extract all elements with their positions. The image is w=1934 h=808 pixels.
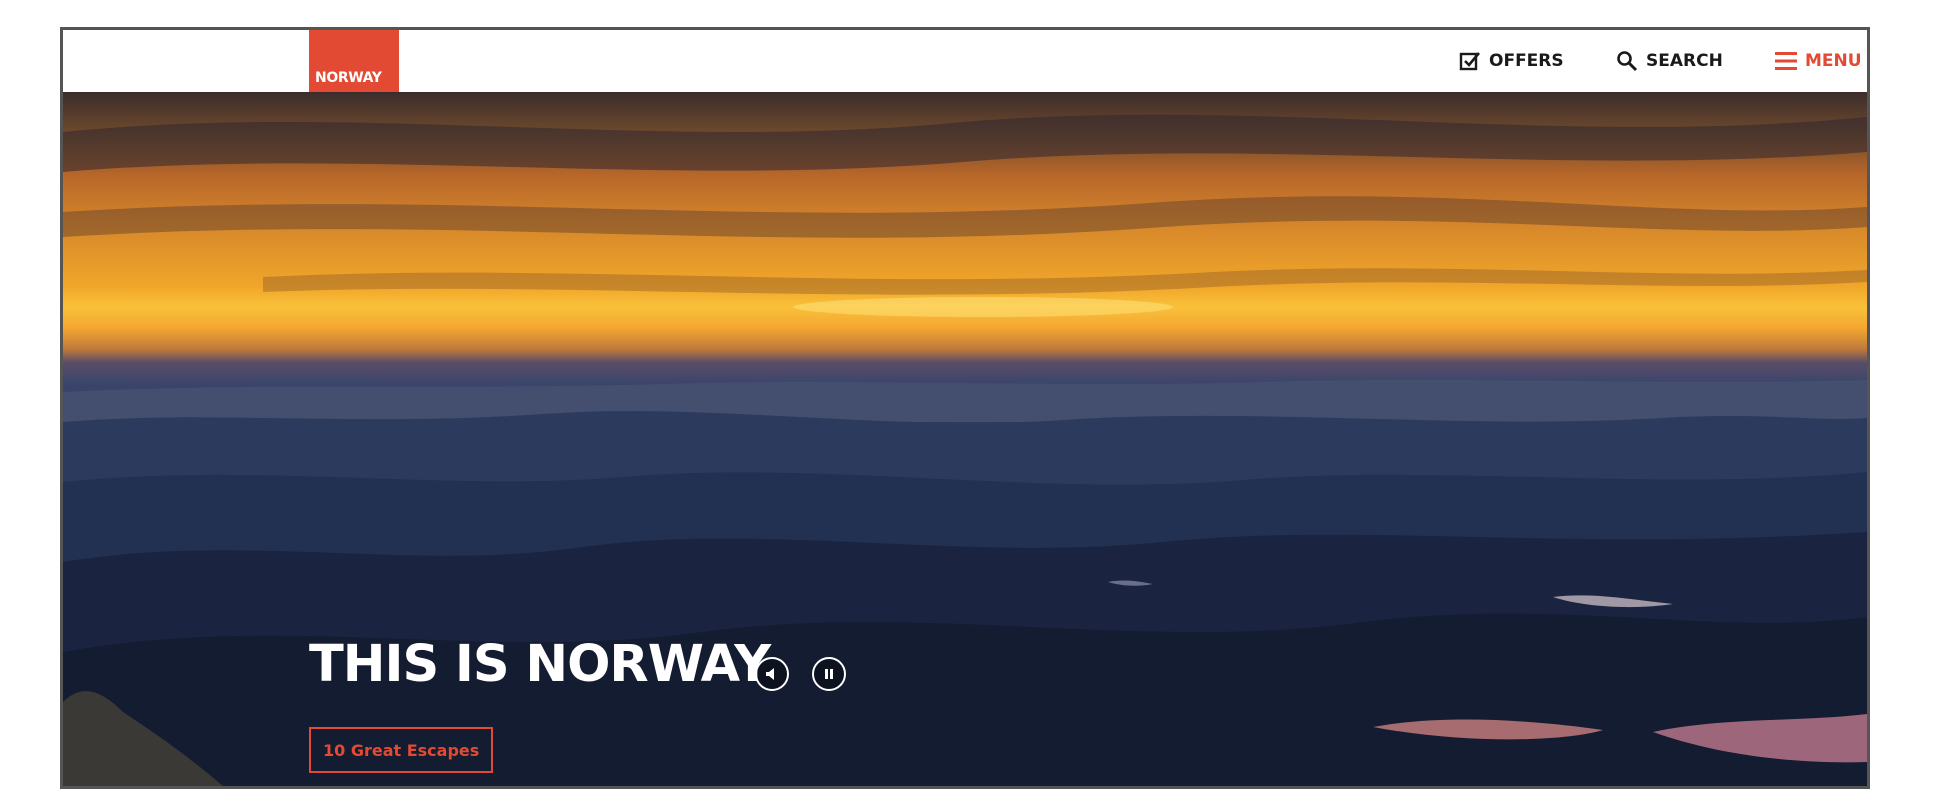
menu-label: MENU: [1805, 51, 1862, 71]
menu-button[interactable]: MENU: [1775, 30, 1862, 92]
search-link[interactable]: SEARCH: [1616, 30, 1723, 92]
search-icon: [1617, 51, 1638, 72]
logo-text: NORWAY: [315, 70, 382, 86]
speaker-icon: [766, 668, 774, 680]
pause-button[interactable]: [812, 657, 846, 691]
browser-frame: NORWAY OFFERS SEARCH MENU THIS IS NORWAY…: [60, 27, 1870, 789]
site-header: NORWAY OFFERS SEARCH MENU: [63, 30, 1867, 92]
great-escapes-button[interactable]: 10 Great Escapes: [309, 727, 494, 773]
checkbox-icon: [1459, 52, 1480, 71]
offers-link[interactable]: OFFERS: [1459, 30, 1564, 92]
hamburger-icon: [1775, 52, 1797, 70]
hero-title: THIS IS NORWAY: [309, 635, 771, 694]
sound-toggle-button[interactable]: [755, 657, 789, 691]
pause-icon: [825, 669, 833, 679]
search-label: SEARCH: [1646, 51, 1723, 71]
norway-logo[interactable]: NORWAY: [309, 30, 399, 92]
offers-label: OFFERS: [1489, 51, 1564, 71]
hero-video: THIS IS NORWAY 10 Great Escapes: [63, 92, 1867, 786]
